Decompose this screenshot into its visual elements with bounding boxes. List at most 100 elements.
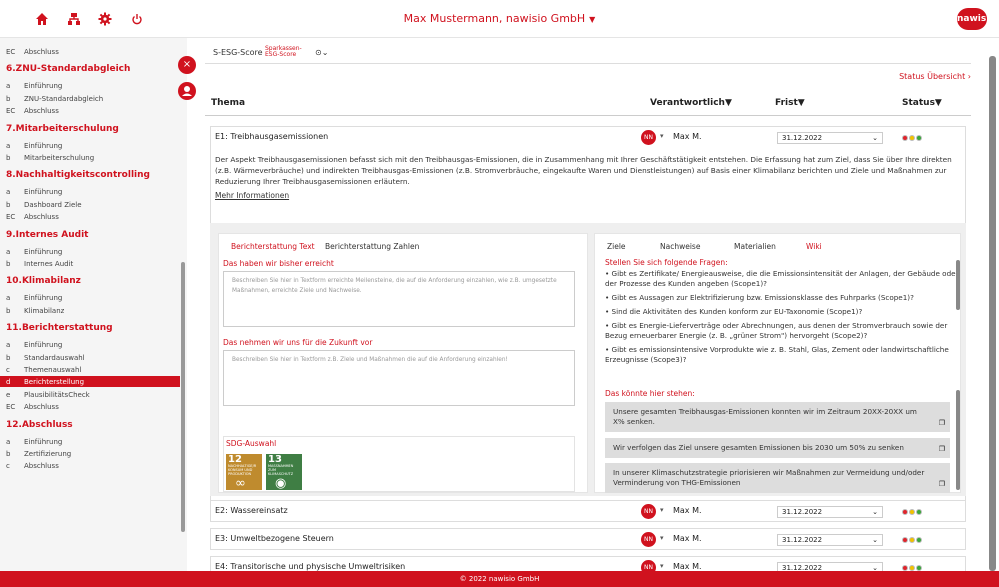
column-header-verantwortlich[interactable]: Verantwortlich▼ bbox=[650, 98, 732, 108]
sidebar-section-heading[interactable]: 9.Internes Audit bbox=[6, 230, 89, 240]
chevron-down-icon[interactable]: ▾ bbox=[660, 562, 664, 570]
tab-berichterstattung-zahlen[interactable]: Berichterstattung Zahlen bbox=[325, 242, 419, 251]
sidebar-item[interactable]: EC Abschluss bbox=[6, 213, 59, 221]
chevron-down-icon[interactable]: ▾ bbox=[660, 132, 664, 140]
sidebar-item[interactable]: b Zertifizierung bbox=[6, 450, 71, 458]
sidebar-item[interactable]: d Berichterstellung bbox=[6, 378, 84, 386]
sidebar-section-heading[interactable]: 8.Nachhaltigkeitscontrolling bbox=[6, 170, 150, 180]
sidebar-item[interactable]: EC Abschluss bbox=[6, 107, 59, 115]
sidebar-scrollbar[interactable] bbox=[181, 262, 185, 532]
sdg-selection: SDG-Auswahl 12 NACHHALTIGE/R KONSUM UND … bbox=[223, 436, 575, 492]
suggestion-card[interactable]: Unsere gesamten Treibhausgas-Emissionen … bbox=[605, 402, 950, 432]
tab-berichterstattung-text[interactable]: Berichterstattung Text bbox=[223, 242, 323, 251]
tab-ziele[interactable]: Ziele bbox=[607, 242, 626, 251]
sidebar-section-heading[interactable]: 11.Berichterstattung bbox=[6, 323, 113, 333]
sidebar-item[interactable]: EC Abschluss bbox=[6, 48, 59, 56]
user-company-label: Max Mustermann, nawisio GmbH bbox=[403, 12, 586, 25]
sidebar-section-heading[interactable]: 10.Klimabilanz bbox=[6, 276, 81, 286]
sidebar-item[interactable]: a Einführung bbox=[6, 438, 62, 446]
sidebar-item[interactable]: a Einführung bbox=[6, 294, 62, 302]
sidebar: EC Abschluss 6.ZNU-Standardabgleich a Einfüh… bbox=[0, 38, 187, 571]
sidebar-section-heading[interactable]: 7.Mitarbeiterschulung bbox=[6, 124, 119, 134]
avatar[interactable]: NN bbox=[641, 532, 656, 547]
copy-icon[interactable]: ❐ bbox=[939, 418, 945, 428]
questions-scrollbar[interactable] bbox=[956, 260, 960, 310]
sidebar-item[interactable]: c Abschluss bbox=[6, 462, 59, 470]
top-bar: Max Mustermann, nawisio GmbH ▼ nawisio bbox=[0, 0, 999, 38]
sidebar-item[interactable]: e PlausibilitätsCheck bbox=[6, 391, 90, 399]
achieved-textarea[interactable]: Beschreiben Sie hier in Textform erreich… bbox=[223, 271, 575, 327]
sdg-13-tile[interactable]: 13 MASSNAHMEN ZUM KLIMASCHUTZ ◉ bbox=[266, 454, 302, 490]
sidebar-item[interactable]: b ZNU-Standardabgleich bbox=[6, 95, 103, 103]
copy-icon[interactable]: ❐ bbox=[939, 479, 945, 489]
avatar[interactable]: NN bbox=[641, 130, 656, 145]
sidebar-item[interactable]: EC Abschluss bbox=[6, 403, 59, 411]
suggestions-scrollbar[interactable] bbox=[956, 390, 960, 490]
sidebar-item[interactable]: c Themenauswahl bbox=[6, 366, 81, 374]
footer: © 2022 nawisio GmbH bbox=[0, 571, 999, 587]
sidebar-section-heading[interactable]: 6.ZNU-Standardabgleich bbox=[6, 64, 130, 74]
sidebar-item-label: Abschluss bbox=[24, 462, 59, 471]
sidebar-item[interactable]: b Standardauswahl bbox=[6, 354, 85, 362]
user-icon[interactable] bbox=[178, 82, 196, 100]
nawisio-logo: nawisio bbox=[957, 8, 996, 30]
suggestion-text: In unserer Klimaschutzstrategie priorisi… bbox=[613, 468, 925, 487]
sidebar-item[interactable]: b Dashboard Ziele bbox=[6, 201, 82, 209]
chevron-down-icon[interactable]: ▾ bbox=[660, 506, 664, 514]
close-icon[interactable]: × bbox=[178, 56, 196, 74]
column-header-frist[interactable]: Frist▼ bbox=[775, 98, 805, 108]
status-red-dot[interactable] bbox=[902, 509, 908, 515]
column-header-status[interactable]: Status▼ bbox=[902, 98, 942, 108]
tab-nachweise[interactable]: Nachweise bbox=[660, 242, 700, 251]
topic-description: Der Aspekt Treibhausgasemissionen befass… bbox=[215, 155, 952, 186]
status-yellow-dot[interactable] bbox=[909, 537, 915, 543]
chevron-down-icon[interactable]: ▾ bbox=[660, 534, 664, 542]
status-red-dot[interactable] bbox=[902, 537, 908, 543]
tab-materialien[interactable]: Materialien bbox=[734, 242, 776, 251]
user-company-menu[interactable]: Max Mustermann, nawisio GmbH ▼ bbox=[0, 12, 999, 25]
sidebar-item[interactable]: a Einführung bbox=[6, 248, 62, 256]
tab-wiki[interactable]: Wiki bbox=[798, 242, 830, 251]
sidebar-item-prefix: b bbox=[6, 450, 11, 458]
sdg-12-tile[interactable]: 12 NACHHALTIGE/R KONSUM UND PRODUKTION ∞ bbox=[226, 454, 262, 490]
topic-title: E4: Transitorische und physische Umweltr… bbox=[215, 562, 406, 571]
status-traffic-light[interactable] bbox=[902, 536, 926, 544]
sidebar-item[interactable]: a Einführung bbox=[6, 341, 62, 349]
column-header-thema[interactable]: Thema bbox=[211, 98, 245, 108]
deadline-select[interactable]: 31.12.2022 ⌄ bbox=[777, 132, 883, 144]
future-textarea[interactable]: Beschreiben Sie hier in Textform z.B. Zi… bbox=[223, 350, 575, 406]
sidebar-item[interactable]: a Einführung bbox=[6, 188, 62, 196]
status-red-dot[interactable] bbox=[902, 135, 908, 141]
status-yellow-dot[interactable] bbox=[909, 509, 915, 515]
sidebar-item-label: Einführung bbox=[24, 82, 63, 91]
sidebar-item[interactable]: a Einführung bbox=[6, 82, 62, 90]
suggestion-card[interactable]: Wir verfolgen das Ziel unsere gesamten E… bbox=[605, 438, 950, 458]
chevron-down-icon: ▼ bbox=[589, 15, 596, 24]
status-yellow-dot[interactable] bbox=[909, 135, 915, 141]
topic-title[interactable]: E1: Treibhausgasemissionen bbox=[215, 132, 328, 141]
more-info-link[interactable]: Mehr Informationen bbox=[215, 191, 289, 200]
topic-title: E3: Umweltbezogene Steuern bbox=[215, 534, 334, 543]
status-traffic-light[interactable] bbox=[902, 508, 926, 516]
status-green-dot[interactable] bbox=[916, 537, 922, 543]
sidebar-item[interactable]: a Einführung bbox=[6, 142, 62, 150]
sidebar-section-heading[interactable]: 12.Abschluss bbox=[6, 420, 73, 430]
suggestions-heading: Das könnte hier stehen: bbox=[605, 389, 695, 398]
status-traffic-light[interactable] bbox=[902, 134, 926, 142]
topic-row[interactable]: E2: Wassereinsatz NN ▾ Max M. 31.12.2022… bbox=[210, 500, 966, 522]
page-scrollbar[interactable] bbox=[989, 56, 996, 571]
sidebar-item-label: Einführung bbox=[24, 341, 63, 350]
sidebar-item[interactable]: b Klimabilanz bbox=[6, 307, 64, 315]
sidebar-item[interactable]: b Mitarbeiterschulung bbox=[6, 154, 94, 162]
sidebar-item[interactable]: b Internes Audit bbox=[6, 260, 73, 268]
deadline-select[interactable]: 31.12.2022 ⌄ bbox=[777, 506, 883, 518]
avatar[interactable]: NN bbox=[641, 504, 656, 519]
status-green-dot[interactable] bbox=[916, 135, 922, 141]
status-overview-link[interactable]: Status Übersicht › bbox=[899, 72, 971, 81]
deadline-select[interactable]: 31.12.2022 ⌄ bbox=[777, 534, 883, 546]
copy-icon[interactable]: ❐ bbox=[939, 444, 945, 454]
score-toggle[interactable]: ⊙⌄ bbox=[315, 48, 328, 57]
status-green-dot[interactable] bbox=[916, 509, 922, 515]
topic-row[interactable]: E3: Umweltbezogene Steuern NN ▾ Max M. 3… bbox=[210, 528, 966, 550]
suggestion-card[interactable]: In unserer Klimaschutzstrategie priorisi… bbox=[605, 463, 950, 493]
